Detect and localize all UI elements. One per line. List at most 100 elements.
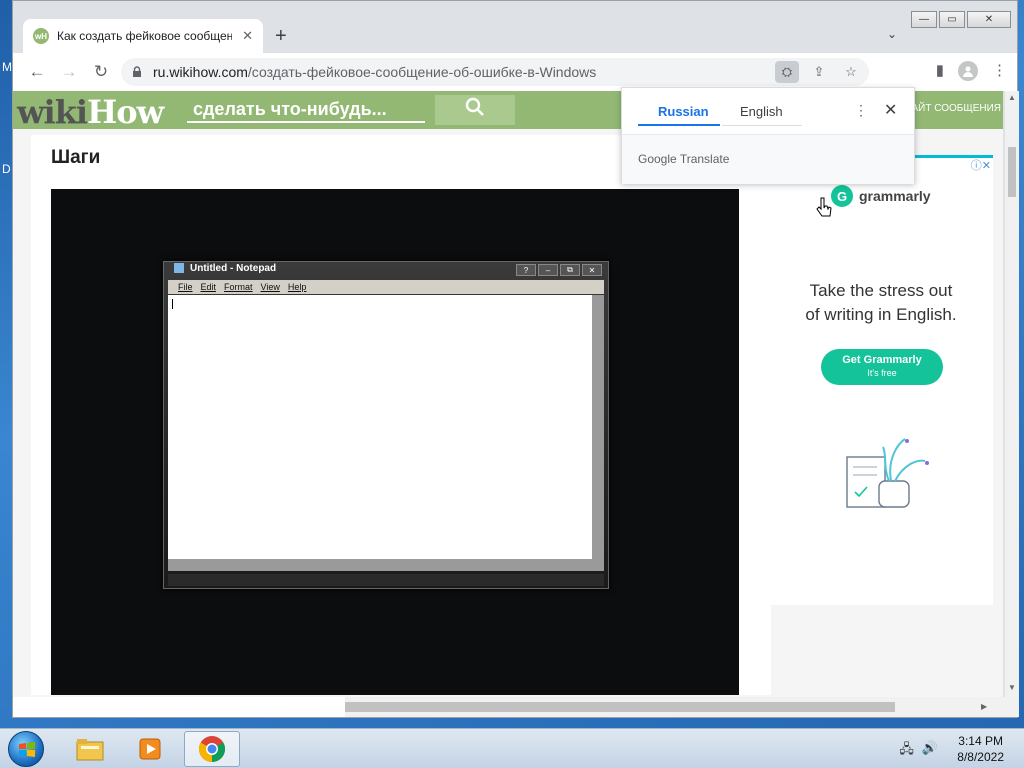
wikihow-favicon-icon: wH — [33, 28, 49, 44]
notepad-vscroll — [592, 295, 604, 559]
logo-wiki: wiki — [17, 93, 88, 131]
profile-avatar-icon[interactable] — [958, 61, 978, 81]
translate-close-icon[interactable]: ✕ — [884, 100, 897, 120]
url-host: ru.wikihow.com — [153, 64, 248, 80]
ad-headline: Take the stress out of writing in Englis… — [769, 279, 993, 327]
notepad-menu-item: Help — [287, 282, 307, 292]
grammarly-ad[interactable]: ⓘ✕ G grammarly Take the stress out of wr… — [769, 155, 993, 605]
forward-button[interactable]: → — [53, 62, 85, 82]
start-button[interactable] — [8, 731, 44, 767]
reload-button[interactable]: ↻ — [85, 62, 117, 82]
new-tab-button[interactable]: + — [275, 25, 287, 48]
taskbar-media-player[interactable] — [122, 731, 178, 767]
text-caret — [172, 299, 173, 309]
address-bar[interactable]: ru.wikihow.com/создать-фейковое-сообщени… — [121, 58, 869, 86]
network-icon[interactable]: 🖧 — [899, 740, 914, 762]
scrollbar-track-left — [13, 697, 345, 717]
search-icon — [465, 97, 485, 123]
notepad-menu-item: Format — [224, 282, 253, 292]
ad-headline-line: of writing in English. — [805, 305, 957, 324]
steps-section: Шаги Untitled - Notepad ? – ⧉ ✕ File Edi… — [31, 135, 771, 695]
wikihow-logo[interactable]: wikiHow — [17, 93, 164, 131]
tab-close-icon[interactable]: ✕ — [242, 28, 253, 44]
tab-divider — [722, 125, 802, 126]
section-title: Шаги — [51, 147, 101, 168]
ad-illustration-icon — [846, 438, 929, 508]
windows-logo-icon — [19, 742, 35, 757]
mouse-pointer-icon — [815, 197, 833, 224]
bookmark-star-icon[interactable]: ☆ — [839, 61, 863, 83]
side-panel-icon[interactable]: ▮ — [936, 61, 944, 81]
ad-choices-icon[interactable]: ⓘ✕ — [971, 157, 991, 173]
horizontal-scroll-thumb[interactable] — [345, 702, 895, 712]
taskbar-chrome[interactable] — [184, 731, 240, 767]
notepad-status-bar — [168, 574, 604, 586]
ad-headline-line: Take the stress out — [809, 281, 953, 300]
window-controls: — ▭ ✕ — [911, 11, 1011, 28]
scroll-right-icon[interactable]: ▶ — [981, 702, 987, 711]
ad-brand-name: grammarly — [859, 188, 931, 204]
notepad-controls: ? – ⧉ ✕ — [516, 264, 602, 276]
taskbar-clock[interactable]: 3:14 PM 8/8/2022 — [957, 733, 1004, 765]
lock-icon[interactable] — [131, 66, 143, 78]
notepad-icon — [174, 263, 184, 274]
notepad-menu-item: File — [178, 282, 193, 292]
browser-toolbar: ← → ↻ ru.wikihow.com/создать-фейковое-со… — [13, 53, 1017, 91]
tab-title: Как создать фейковое сообщен — [57, 29, 232, 43]
translate-more-options-icon[interactable]: ⋮ — [854, 102, 868, 119]
clock-date: 8/8/2022 — [957, 750, 1004, 764]
notepad-title: Untitled - Notepad — [174, 263, 276, 274]
scroll-down-icon[interactable]: ▼ — [1008, 683, 1016, 692]
notepad-menu-item: Edit — [200, 282, 217, 292]
notepad-hscroll — [168, 559, 604, 571]
vertical-scroll-thumb[interactable] — [1008, 147, 1016, 197]
desktop-icon-label: D — [2, 162, 11, 176]
tab-search-chevron-icon[interactable]: ⌄ — [887, 27, 897, 41]
notepad-title-text: Untitled - Notepad — [190, 263, 277, 274]
clock-time: 3:14 PM — [958, 734, 1003, 748]
chrome-icon — [198, 736, 226, 763]
scroll-up-icon[interactable]: ▲ — [1008, 93, 1016, 102]
notepad-editor — [168, 295, 592, 559]
notepad-restore-button: ⧉ — [560, 264, 580, 276]
page-horizontal-scrollbar[interactable]: ▶ — [13, 697, 1019, 717]
back-button[interactable]: ← — [21, 62, 53, 82]
translate-footer: Google Translate — [622, 134, 914, 184]
browser-window: wH Как создать фейковое сообщен ✕ + ⌄ — … — [12, 0, 1019, 718]
notepad-window-image: Untitled - Notepad ? – ⧉ ✕ File Edit For… — [163, 261, 609, 589]
notepad-help-button: ? — [516, 264, 536, 276]
translate-tab-russian[interactable]: Russian — [658, 104, 709, 119]
tab-active[interactable]: wH Как создать фейковое сообщен ✕ — [23, 19, 263, 53]
notepad-menubar: File Edit Format View Help — [168, 280, 604, 294]
minimize-button[interactable]: — — [911, 11, 937, 28]
site-search-input[interactable]: сделать что-нибудь... — [187, 95, 425, 123]
notepad-close-button: ✕ — [582, 264, 602, 276]
maximize-button[interactable]: ▭ — [939, 11, 965, 28]
notepad-menu-item: View — [260, 282, 280, 292]
header-link[interactable]: САЙТ СООБЩЕНИЯ — [904, 103, 1001, 114]
site-search-button[interactable] — [435, 95, 515, 125]
translate-tab-english[interactable]: English — [740, 104, 783, 119]
close-window-button[interactable]: ✕ — [967, 11, 1011, 28]
windows-taskbar: 🖧 🔊 3:14 PM 8/8/2022 — [0, 728, 1024, 768]
taskbar-explorer[interactable] — [62, 731, 118, 767]
logo-how: How — [87, 93, 164, 131]
step-video[interactable]: Untitled - Notepad ? – ⧉ ✕ File Edit For… — [51, 189, 739, 695]
system-tray: 🖧 🔊 — [899, 740, 938, 762]
omnibox-actions: ⛭ ⇪ ☆ — [775, 61, 863, 83]
grammarly-logo-icon: G — [831, 185, 853, 207]
cta-label: Get Grammarly — [842, 354, 922, 366]
page-vertical-scrollbar[interactable]: ▲ ▼ — [1005, 91, 1019, 697]
volume-icon[interactable]: 🔊 — [922, 740, 938, 762]
get-grammarly-button[interactable]: Get Grammarly It's free — [821, 349, 943, 385]
share-icon[interactable]: ⇪ — [807, 61, 831, 83]
media-player-icon — [139, 738, 161, 760]
translate-icon[interactable]: ⛭ — [775, 61, 799, 83]
desktop-icon-label: M — [2, 60, 12, 74]
active-tab-indicator — [638, 124, 720, 126]
chrome-menu-icon[interactable]: ⋮ — [992, 61, 1007, 81]
tab-strip: wH Как создать фейковое сообщен ✕ + ⌄ — … — [13, 1, 1017, 53]
folder-icon — [76, 739, 104, 761]
url-path: /создать-фейковое-сообщение-об-ошибке-в-… — [247, 64, 597, 80]
notepad-minimize-button: – — [538, 264, 558, 276]
